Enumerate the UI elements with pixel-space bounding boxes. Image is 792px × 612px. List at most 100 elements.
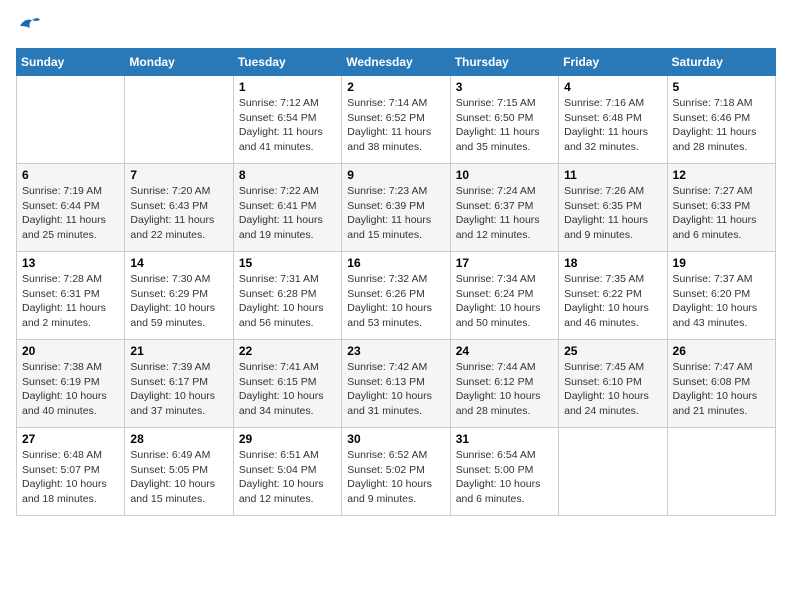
day-number: 9	[347, 168, 444, 182]
calendar-week-row: 27 Sunrise: 6:48 AM Sunset: 5:07 PM Dayli…	[17, 428, 776, 516]
day-info: Sunrise: 7:47 AM Sunset: 6:08 PM Dayligh…	[673, 360, 770, 419]
day-info: Sunrise: 7:12 AM Sunset: 6:54 PM Dayligh…	[239, 96, 336, 155]
calendar-cell: 9 Sunrise: 7:23 AM Sunset: 6:39 PM Daylig…	[342, 164, 450, 252]
calendar-cell: 15 Sunrise: 7:31 AM Sunset: 6:28 PM Dayli…	[233, 252, 341, 340]
day-info: Sunrise: 7:28 AM Sunset: 6:31 PM Dayligh…	[22, 272, 119, 331]
calendar-cell: 17 Sunrise: 7:34 AM Sunset: 6:24 PM Dayli…	[450, 252, 558, 340]
day-number: 2	[347, 80, 444, 94]
calendar-cell: 26 Sunrise: 7:47 AM Sunset: 6:08 PM Dayli…	[667, 340, 775, 428]
calendar-day-header: Monday	[125, 49, 233, 76]
calendar-cell: 18Sunrise: 7:35 AM Sunset: 6:22 PM Dayli…	[559, 252, 667, 340]
day-info: Sunrise: 7:20 AM Sunset: 6:43 PM Dayligh…	[130, 184, 227, 243]
calendar-day-header: Thursday	[450, 49, 558, 76]
calendar-week-row: 1 Sunrise: 7:12 AM Sunset: 6:54 PM Daylig…	[17, 76, 776, 164]
logo-bird-icon	[18, 16, 40, 36]
day-info: Sunrise: 7:41 AM Sunset: 6:15 PM Dayligh…	[239, 360, 336, 419]
day-info: Sunrise: 6:52 AM Sunset: 5:02 PM Dayligh…	[347, 448, 444, 507]
calendar-cell: 12 Sunrise: 7:27 AM Sunset: 6:33 PM Dayli…	[667, 164, 775, 252]
day-number: 19	[673, 256, 770, 270]
calendar-day-header: Sunday	[17, 49, 125, 76]
day-info: Sunrise: 6:48 AM Sunset: 5:07 PM Dayligh…	[22, 448, 119, 507]
calendar-cell: 23Sunrise: 7:42 AM Sunset: 6:13 PM Dayli…	[342, 340, 450, 428]
day-number: 28	[130, 432, 227, 446]
calendar-cell: 16 Sunrise: 7:32 AM Sunset: 6:26 PM Dayli…	[342, 252, 450, 340]
day-info: Sunrise: 7:15 AM Sunset: 6:50 PM Dayligh…	[456, 96, 553, 155]
day-number: 16	[347, 256, 444, 270]
day-number: 27	[22, 432, 119, 446]
day-info: Sunrise: 6:49 AM Sunset: 5:05 PM Dayligh…	[130, 448, 227, 507]
calendar-week-row: 20Sunrise: 7:38 AM Sunset: 6:19 PM Dayli…	[17, 340, 776, 428]
calendar-cell: 24Sunrise: 7:44 AM Sunset: 6:12 PM Dayli…	[450, 340, 558, 428]
day-number: 6	[22, 168, 119, 182]
calendar-cell	[559, 428, 667, 516]
calendar-cell: 14 Sunrise: 7:30 AM Sunset: 6:29 PM Dayli…	[125, 252, 233, 340]
calendar-cell: 4 Sunrise: 7:16 AM Sunset: 6:48 PM Daylig…	[559, 76, 667, 164]
calendar-cell: 1 Sunrise: 7:12 AM Sunset: 6:54 PM Daylig…	[233, 76, 341, 164]
day-info: Sunrise: 7:34 AM Sunset: 6:24 PM Dayligh…	[456, 272, 553, 331]
calendar-cell: 11 Sunrise: 7:26 AM Sunset: 6:35 PM Dayli…	[559, 164, 667, 252]
calendar-cell: 10 Sunrise: 7:24 AM Sunset: 6:37 PM Dayli…	[450, 164, 558, 252]
day-info: Sunrise: 7:14 AM Sunset: 6:52 PM Dayligh…	[347, 96, 444, 155]
day-info: Sunrise: 7:19 AM Sunset: 6:44 PM Dayligh…	[22, 184, 119, 243]
day-number: 4	[564, 80, 661, 94]
day-info: Sunrise: 7:44 AM Sunset: 6:12 PM Dayligh…	[456, 360, 553, 419]
day-info: Sunrise: 7:45 AM Sunset: 6:10 PM Dayligh…	[564, 360, 661, 419]
day-number: 18	[564, 256, 661, 270]
day-info: Sunrise: 7:22 AM Sunset: 6:41 PM Dayligh…	[239, 184, 336, 243]
calendar-table: SundayMondayTuesdayWednesdayThursdayFrid…	[16, 48, 776, 516]
day-info: Sunrise: 7:31 AM Sunset: 6:28 PM Dayligh…	[239, 272, 336, 331]
day-info: Sunrise: 7:42 AM Sunset: 6:13 PM Dayligh…	[347, 360, 444, 419]
calendar-cell	[125, 76, 233, 164]
day-info: Sunrise: 6:54 AM Sunset: 5:00 PM Dayligh…	[456, 448, 553, 507]
calendar-cell: 2 Sunrise: 7:14 AM Sunset: 6:52 PM Daylig…	[342, 76, 450, 164]
day-number: 14	[130, 256, 227, 270]
calendar-cell: 25 Sunrise: 7:45 AM Sunset: 6:10 PM Dayli…	[559, 340, 667, 428]
day-info: Sunrise: 7:39 AM Sunset: 6:17 PM Dayligh…	[130, 360, 227, 419]
calendar-cell	[667, 428, 775, 516]
day-number: 5	[673, 80, 770, 94]
day-number: 11	[564, 168, 661, 182]
calendar-body: 1 Sunrise: 7:12 AM Sunset: 6:54 PM Daylig…	[17, 76, 776, 516]
day-info: Sunrise: 7:32 AM Sunset: 6:26 PM Dayligh…	[347, 272, 444, 331]
day-info: Sunrise: 6:51 AM Sunset: 5:04 PM Dayligh…	[239, 448, 336, 507]
day-info: Sunrise: 7:30 AM Sunset: 6:29 PM Dayligh…	[130, 272, 227, 331]
calendar-cell: 29 Sunrise: 6:51 AM Sunset: 5:04 PM Dayli…	[233, 428, 341, 516]
calendar-week-row: 6 Sunrise: 7:19 AM Sunset: 6:44 PM Daylig…	[17, 164, 776, 252]
day-number: 26	[673, 344, 770, 358]
day-info: Sunrise: 7:27 AM Sunset: 6:33 PM Dayligh…	[673, 184, 770, 243]
day-info: Sunrise: 7:23 AM Sunset: 6:39 PM Dayligh…	[347, 184, 444, 243]
day-info: Sunrise: 7:37 AM Sunset: 6:20 PM Dayligh…	[673, 272, 770, 331]
day-number: 17	[456, 256, 553, 270]
calendar-cell: 31 Sunrise: 6:54 AM Sunset: 5:00 PM Dayli…	[450, 428, 558, 516]
day-number: 25	[564, 344, 661, 358]
day-info: Sunrise: 7:16 AM Sunset: 6:48 PM Dayligh…	[564, 96, 661, 155]
day-number: 29	[239, 432, 336, 446]
day-number: 12	[673, 168, 770, 182]
day-number: 30	[347, 432, 444, 446]
calendar-cell: 6 Sunrise: 7:19 AM Sunset: 6:44 PM Daylig…	[17, 164, 125, 252]
calendar-cell: 22Sunrise: 7:41 AM Sunset: 6:15 PM Dayli…	[233, 340, 341, 428]
calendar-cell: 5 Sunrise: 7:18 AM Sunset: 6:46 PM Daylig…	[667, 76, 775, 164]
day-number: 20	[22, 344, 119, 358]
day-number: 31	[456, 432, 553, 446]
calendar-cell: 8 Sunrise: 7:22 AM Sunset: 6:41 PM Daylig…	[233, 164, 341, 252]
day-number: 1	[239, 80, 336, 94]
day-info: Sunrise: 7:18 AM Sunset: 6:46 PM Dayligh…	[673, 96, 770, 155]
day-number: 3	[456, 80, 553, 94]
logo	[16, 16, 40, 36]
day-info: Sunrise: 7:26 AM Sunset: 6:35 PM Dayligh…	[564, 184, 661, 243]
day-info: Sunrise: 7:24 AM Sunset: 6:37 PM Dayligh…	[456, 184, 553, 243]
calendar-cell: 13 Sunrise: 7:28 AM Sunset: 6:31 PM Dayli…	[17, 252, 125, 340]
calendar-cell: 20Sunrise: 7:38 AM Sunset: 6:19 PM Dayli…	[17, 340, 125, 428]
calendar-day-header: Friday	[559, 49, 667, 76]
calendar-cell	[17, 76, 125, 164]
day-number: 13	[22, 256, 119, 270]
calendar-day-header: Tuesday	[233, 49, 341, 76]
day-number: 8	[239, 168, 336, 182]
day-number: 15	[239, 256, 336, 270]
day-number: 10	[456, 168, 553, 182]
calendar-cell: 28 Sunrise: 6:49 AM Sunset: 5:05 PM Dayli…	[125, 428, 233, 516]
calendar-day-header: Wednesday	[342, 49, 450, 76]
day-number: 21	[130, 344, 227, 358]
page-header	[16, 16, 776, 36]
